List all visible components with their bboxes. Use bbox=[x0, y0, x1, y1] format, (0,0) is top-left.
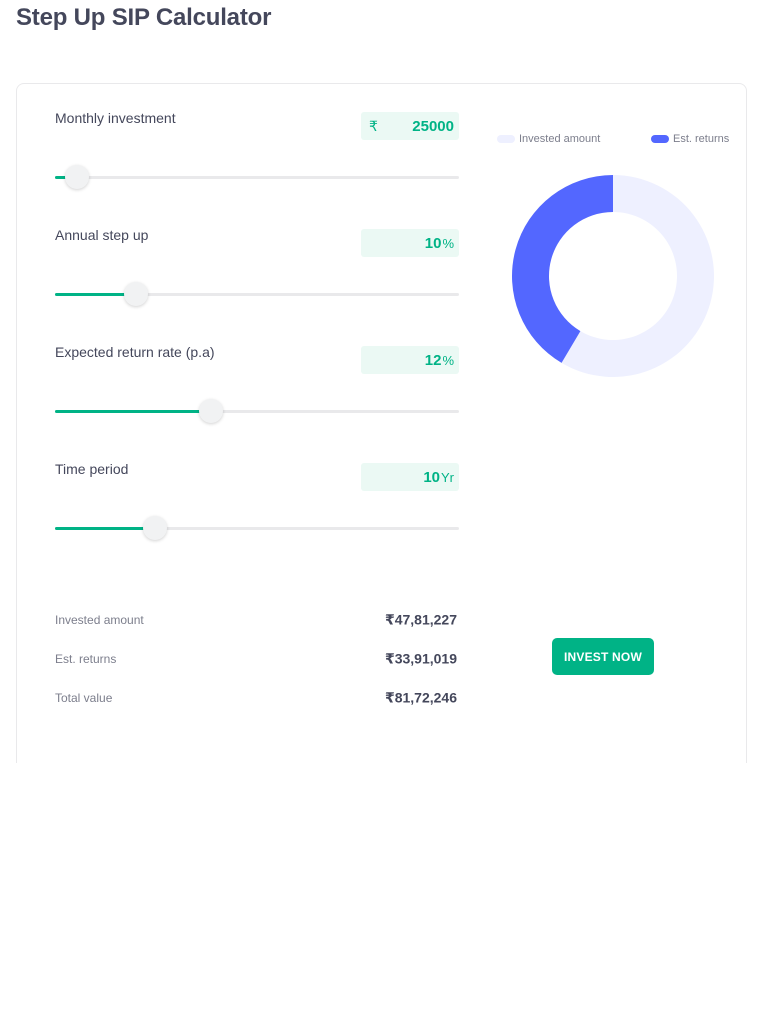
time-period-slider[interactable] bbox=[55, 516, 459, 540]
time-period-value: 10 bbox=[423, 468, 440, 486]
slider-thumb[interactable] bbox=[143, 516, 168, 540]
slider-fill bbox=[55, 527, 156, 530]
monthly-investment-input[interactable]: ₹ 25000 bbox=[361, 112, 459, 140]
monthly-investment-slider[interactable] bbox=[55, 165, 459, 189]
legend-returns-label: Est. returns bbox=[673, 133, 730, 145]
legend-invested: Invested amount bbox=[497, 133, 600, 145]
summary-invested-value: ₹47,81,227 bbox=[384, 611, 457, 628]
return-rate-value: 12 bbox=[424, 351, 442, 369]
monthly-investment-row: Monthly investment ₹ 25000 bbox=[55, 84, 459, 189]
years-suffix: Yr bbox=[441, 469, 454, 485]
annual-step-up-input[interactable]: 10 % bbox=[361, 229, 459, 257]
return-rate-input[interactable]: 12 % bbox=[361, 346, 459, 374]
slider-thumb[interactable] bbox=[123, 282, 148, 306]
summary-total-value: ₹81,72,246 bbox=[384, 689, 457, 706]
summary-total-label: Total value bbox=[55, 691, 113, 705]
invest-now-button[interactable]: INVEST NOW bbox=[552, 638, 654, 675]
donut-slice-returns bbox=[512, 175, 613, 363]
annual-step-up-value: 10 bbox=[424, 234, 442, 252]
time-period-label: Time period bbox=[55, 461, 129, 477]
summary-invested-label: Invested amount bbox=[55, 613, 144, 627]
legend-invested-label: Invested amount bbox=[519, 133, 601, 145]
calculator-card: Monthly investment ₹ 25000 Annual step u… bbox=[16, 83, 747, 763]
monthly-investment-label: Monthly investment bbox=[55, 110, 176, 126]
page-title: Step Up SIP Calculator bbox=[16, 4, 272, 31]
time-period-row: Time period 10 Yr bbox=[55, 435, 459, 540]
summary-returns-label: Est. returns bbox=[55, 652, 117, 666]
summary-returns: Est. returns ₹33,91,019 bbox=[55, 647, 459, 671]
percent-suffix: % bbox=[442, 235, 454, 251]
legend-returns-swatch bbox=[651, 135, 669, 143]
slider-fill bbox=[55, 410, 212, 413]
returns-donut-chart bbox=[512, 175, 714, 377]
return-rate-row: Expected return rate (p.a) 12 % bbox=[55, 318, 459, 423]
slider-thumb[interactable] bbox=[199, 399, 224, 423]
summary-returns-value: ₹33,91,019 bbox=[384, 650, 457, 667]
legend-invested-swatch bbox=[497, 135, 515, 143]
summary-total: Total value ₹81,72,246 bbox=[55, 686, 459, 710]
time-period-input[interactable]: 10 Yr bbox=[361, 463, 459, 491]
return-rate-label: Expected return rate (p.a) bbox=[55, 344, 215, 360]
monthly-investment-value: 25000 bbox=[412, 117, 454, 135]
slider-thumb[interactable] bbox=[65, 165, 90, 189]
rupee-prefix: ₹ bbox=[369, 117, 378, 134]
slider-track bbox=[55, 176, 459, 179]
percent-suffix: % bbox=[442, 352, 454, 368]
annual-step-up-label: Annual step up bbox=[55, 227, 149, 243]
summary-invested: Invested amount ₹47,81,227 bbox=[55, 608, 459, 632]
legend-returns: Est. returns bbox=[651, 133, 729, 145]
return-rate-slider[interactable] bbox=[55, 399, 459, 423]
annual-step-up-slider[interactable] bbox=[55, 282, 459, 306]
annual-step-up-row: Annual step up 10 % bbox=[55, 201, 459, 306]
